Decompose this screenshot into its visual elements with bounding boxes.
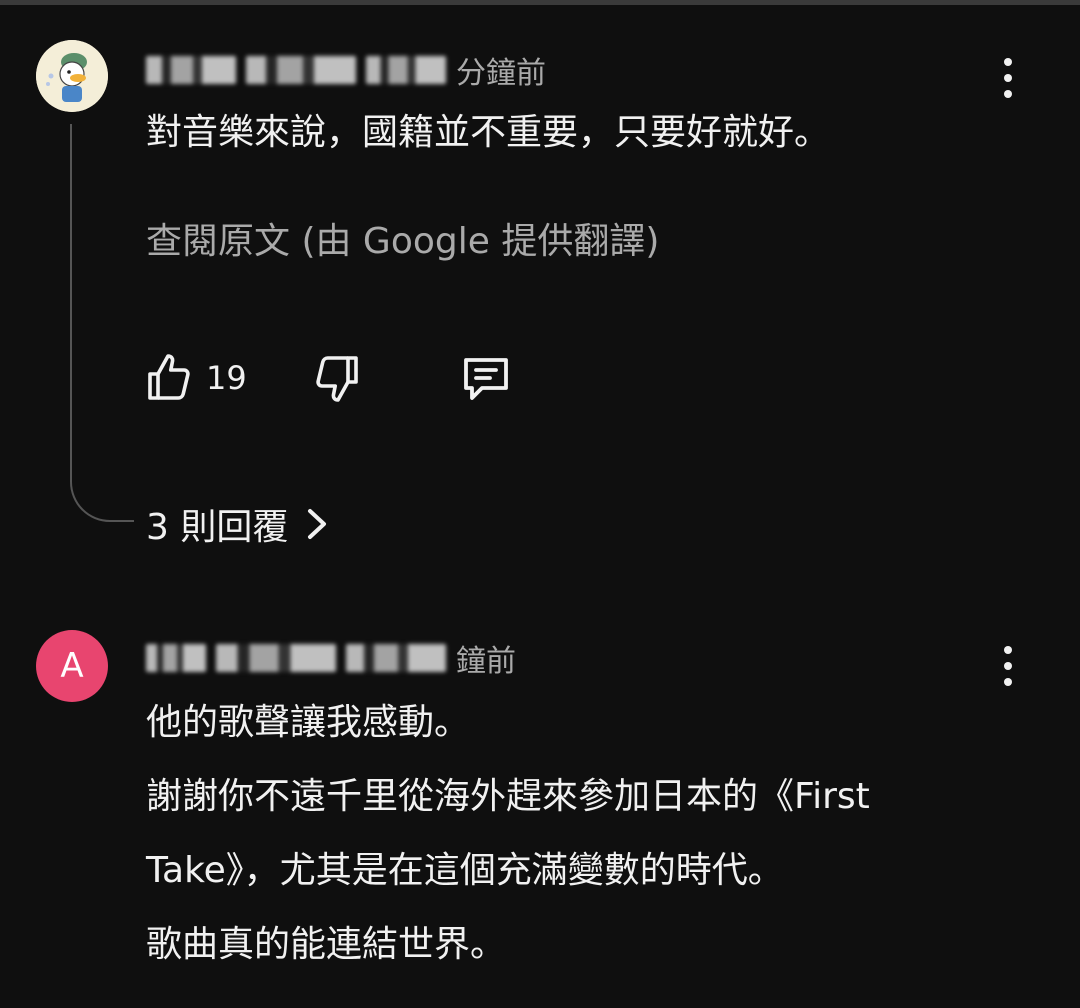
comment-1: 分鐘前 對音樂來說，國籍並不重要，只要好就好。 查閱原文 (由 Google 提…: [0, 0, 1080, 560]
comment-text: 對音樂來說，國籍並不重要，只要好就好。: [146, 112, 831, 153]
author-name-blurred[interactable]: [146, 56, 236, 84]
date-blurred: [346, 644, 446, 672]
handle-blurred: [216, 644, 336, 672]
avatar[interactable]: [36, 40, 108, 112]
time-ago: 分鐘前: [456, 56, 546, 91]
comment-icon: [464, 358, 508, 400]
more-options-button[interactable]: [996, 646, 1020, 686]
more-options-button[interactable]: [996, 58, 1020, 98]
time-ago: 鐘前: [456, 644, 516, 679]
comment-2: A 鐘前 他的歌聲讓我感動。 謝謝你不遠千里從海外趕來參加日本的《First T…: [0, 560, 1080, 1008]
avatar[interactable]: A: [36, 630, 108, 702]
thumbs-down-icon: [316, 356, 358, 402]
more-vert-icon: [1004, 646, 1012, 654]
avatar-initial: A: [60, 646, 84, 686]
like-button[interactable]: 19: [144, 352, 247, 404]
reply-button[interactable]: [460, 354, 512, 404]
comment-meta: 鐘前: [146, 638, 516, 679]
more-vert-icon: [1004, 58, 1012, 66]
comment-line: 歌曲真的能連結世界。: [146, 924, 507, 965]
dislike-button[interactable]: [314, 352, 362, 404]
author-name-blurred[interactable]: [146, 644, 206, 672]
thumbs-up-icon: [148, 354, 190, 400]
handle-blurred: [246, 56, 356, 84]
like-count: 19: [206, 359, 247, 397]
comment-line: 他的歌聲讓我感動。: [146, 702, 471, 743]
chevron-right-icon: [308, 509, 327, 539]
date-blurred: [366, 56, 446, 84]
comment-line: 謝謝你不遠千里從海外趕來參加日本的《First: [146, 776, 870, 817]
replies-button[interactable]: 3 則回覆: [146, 500, 328, 548]
thread-connector: [70, 124, 134, 522]
comment-meta: 分鐘前: [146, 50, 546, 91]
replies-label: 3 則回覆: [146, 507, 289, 548]
see-original-link[interactable]: 查閱原文 (由 Google 提供翻譯): [146, 212, 659, 264]
comment-line: Take》，尤其是在這個充滿變數的時代。: [146, 850, 784, 891]
